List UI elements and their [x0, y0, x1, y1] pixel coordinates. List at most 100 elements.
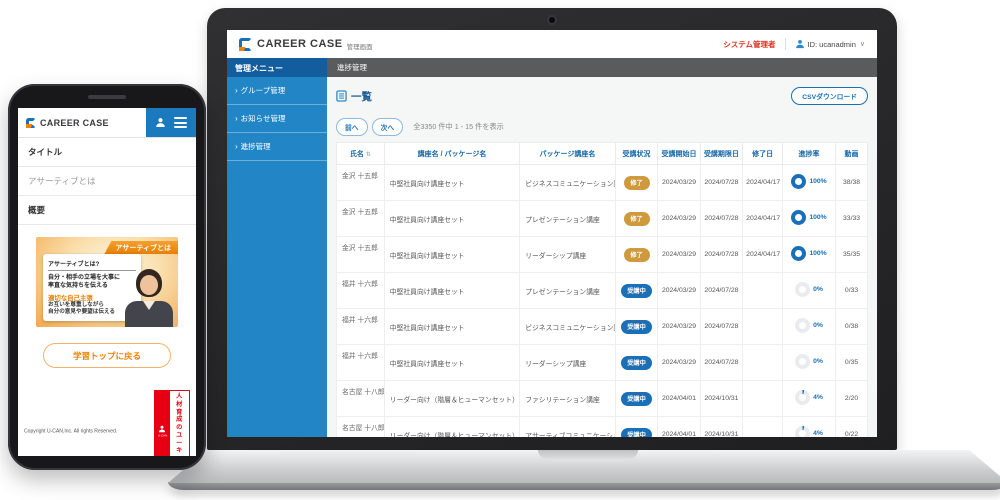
ucan-logo-icon: U-CAN	[155, 391, 170, 456]
table-header-row: 氏名⇅講座名 / パッケージ名パッケージ講座名受講状況受講開始日受講期限日修了日…	[337, 143, 868, 165]
cell-finished-date: 2024/04/17	[743, 165, 783, 201]
cell-start-date: 2024/04/01	[658, 417, 700, 438]
field-title-value: アサーティブとは	[18, 167, 196, 196]
next-page-button[interactable]: 次へ	[372, 118, 404, 136]
table-row: 福井 十六郎中堅社員向け講座セットリーダーシップ講座受講中2024/03/292…	[337, 345, 868, 381]
progress-label: 4%	[813, 430, 823, 437]
sidebar-item-label: グループ管理	[241, 85, 286, 96]
back-to-learning-top-button[interactable]: 学習トップに戻る	[43, 343, 171, 368]
progress-donut	[795, 318, 810, 333]
status-badge: 受講中	[621, 284, 652, 298]
progress-donut	[795, 390, 810, 405]
cell-start-date: 2024/04/01	[658, 381, 700, 417]
chevron-right-icon: ›	[235, 143, 238, 151]
table-row: 名古屋 十八郎リーダー向け（階層＆ヒューマンセット）アサーティブコミュニケーショ…	[337, 417, 868, 438]
cell-course: プレゼンテーション講座	[520, 201, 616, 237]
status-badge: 修了	[624, 248, 650, 262]
cell-status: 受講中	[615, 417, 657, 438]
cell-videos: 2/20	[836, 381, 868, 417]
sort-icon[interactable]: ⇅	[366, 152, 371, 158]
cell-finished-date: 2024/04/17	[743, 237, 783, 273]
sidebar-menu: ›グループ管理›お知らせ管理›進捗管理	[227, 77, 327, 161]
cell-videos: 0/33	[836, 273, 868, 309]
cell-status: 修了	[615, 165, 657, 201]
cell-name: 金沢 十五郎	[337, 237, 385, 273]
column-header: 受講状況	[615, 143, 657, 165]
progress-label: 0%	[813, 322, 823, 329]
cell-course: ビジネスコミュニケーション講座	[520, 165, 616, 201]
status-badge: 受講中	[621, 392, 652, 406]
cell-videos: 0/35	[836, 345, 868, 381]
table-row: 福井 十六郎中堅社員向け講座セットプレゼンテーション講座受講中2024/03/2…	[337, 273, 868, 309]
column-header[interactable]: 氏名⇅	[337, 143, 385, 165]
cell-name: 名古屋 十八郎	[337, 381, 385, 417]
cell-package: 中堅社員向け講座セット	[384, 201, 519, 237]
cell-name: 金沢 十五郎	[337, 165, 385, 201]
progress-label: 100%	[809, 214, 826, 221]
title-row: 一覧 CSVダウンロード	[336, 87, 868, 105]
cell-course: ファシリテーション講座	[520, 381, 616, 417]
cell-name: 福井 十六郎	[337, 273, 385, 309]
ucan-logo: U-CAN 人材育成の ユーキャン	[154, 390, 190, 456]
chevron-down-icon[interactable]: ∨	[860, 40, 865, 48]
breadcrumb: 進捗管理	[327, 58, 877, 77]
table-row: 名古屋 十八郎リーダー向け（階層＆ヒューマンセット）ファシリテーション講座受講中…	[337, 381, 868, 417]
cell-progress: 100%	[782, 237, 835, 273]
status-badge: 受講中	[621, 428, 652, 438]
sidebar-item-label: お知らせ管理	[241, 113, 286, 124]
career-case-logo-icon	[26, 118, 36, 128]
cell-finished-date: 2024/04/17	[743, 201, 783, 237]
app-logo-text: CAREER CASE	[257, 38, 343, 50]
cell-progress: 100%	[782, 201, 835, 237]
progress-donut	[795, 354, 810, 369]
hamburger-menu-icon[interactable]	[174, 115, 187, 131]
cell-package: 中堅社員向け講座セット	[384, 237, 519, 273]
cell-progress: 100%	[782, 165, 835, 201]
csv-download-button[interactable]: CSVダウンロード	[791, 87, 868, 105]
column-header: 受講開始日	[658, 143, 700, 165]
cell-course: ビジネスコミュニケーション講座	[520, 309, 616, 345]
prev-page-button[interactable]: 前へ	[336, 118, 368, 136]
cell-deadline-date: 2024/07/28	[700, 165, 742, 201]
admin-app-window: CAREER CASE 管理画面 システム管理者 ID: ucanadmin ∨…	[227, 30, 877, 437]
list-icon	[336, 90, 347, 102]
pagination: 前へ 次へ 全3350 件中 1 - 15 件を表示	[336, 118, 868, 136]
cell-status: 修了	[615, 201, 657, 237]
sidebar-item-グループ管理[interactable]: ›グループ管理	[227, 77, 327, 105]
field-title-label: タイトル	[18, 138, 196, 167]
sidebar: 管理メニュー ›グループ管理›お知らせ管理›進捗管理	[227, 58, 327, 437]
user-id-label[interactable]: ID: ucanadmin	[808, 40, 856, 49]
phone-header-actions	[146, 108, 196, 137]
app-header: CAREER CASE 管理画面 システム管理者 ID: ucanadmin ∨	[227, 30, 877, 58]
cell-package: 中堅社員向け講座セット	[384, 309, 519, 345]
content-area: 進捗管理 一覧 CSVダウンロード	[327, 58, 877, 437]
cell-videos: 33/33	[836, 201, 868, 237]
webcam-icon	[549, 17, 555, 23]
app-logo-subtitle: 管理画面	[347, 41, 373, 51]
ucan-mark-label: U-CAN	[157, 434, 167, 437]
progress-donut	[791, 174, 806, 189]
chevron-right-icon: ›	[235, 87, 238, 95]
overview-content: アサーティブとは アサーティブとは? 自分・相手の立場を大事に 率直な気持ちを伝…	[18, 225, 196, 390]
cell-progress: 0%	[782, 273, 835, 309]
cell-start-date: 2024/03/29	[658, 273, 700, 309]
column-header: 受講期限日	[700, 143, 742, 165]
table-body: 金沢 十五郎中堅社員向け講座セットビジネスコミュニケーション講座修了2024/0…	[337, 165, 868, 438]
laptop-base-edge	[168, 482, 1000, 490]
account-icon[interactable]	[155, 117, 166, 128]
status-badge: 修了	[624, 176, 650, 190]
app-body: 管理メニュー ›グループ管理›お知らせ管理›進捗管理 進捗管理	[227, 58, 877, 437]
phone-device: CAREER CASE タイトル アサーティブとは 概要 アサーティブとは アサ…	[8, 84, 206, 470]
header-divider	[785, 38, 786, 50]
sidebar-item-進捗管理[interactable]: ›進捗管理	[227, 133, 327, 161]
cell-name: 福井 十六郎	[337, 309, 385, 345]
cell-videos: 0/38	[836, 309, 868, 345]
video-ribbon: アサーティブとは	[104, 241, 178, 254]
column-header: 修了日	[743, 143, 783, 165]
video-thumbnail[interactable]: アサーティブとは アサーティブとは? 自分・相手の立場を大事に 率直な気持ちを伝…	[36, 237, 178, 327]
presenter-image	[123, 269, 175, 327]
cell-package: 中堅社員向け講座セット	[384, 345, 519, 381]
cell-start-date: 2024/03/29	[658, 309, 700, 345]
sidebar-item-お知らせ管理[interactable]: ›お知らせ管理	[227, 105, 327, 133]
cell-status: 受講中	[615, 381, 657, 417]
